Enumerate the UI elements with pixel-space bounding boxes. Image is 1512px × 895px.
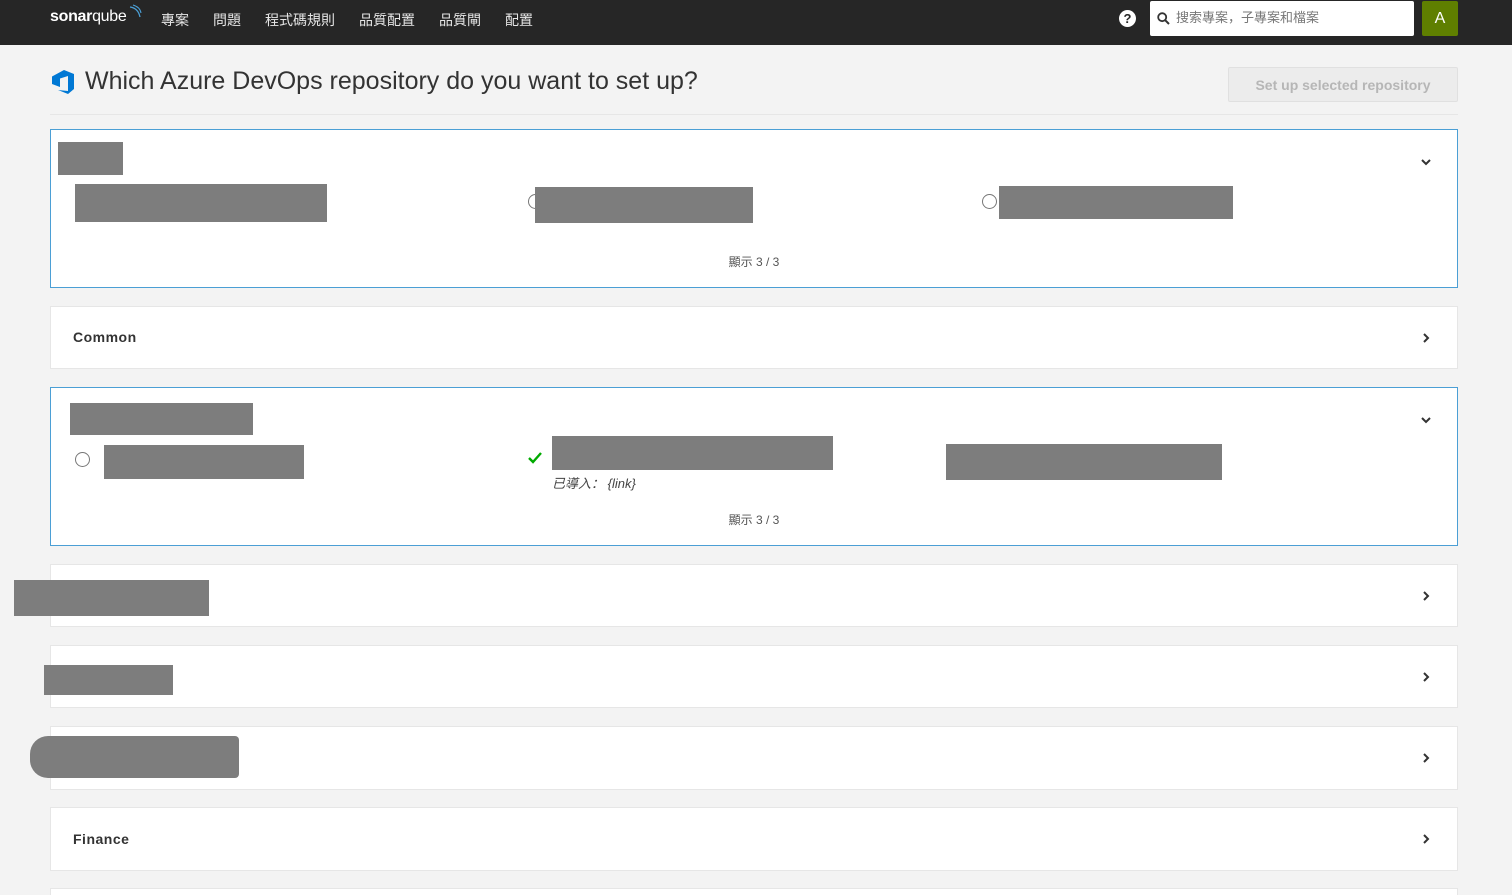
chevron-right-icon[interactable]: [1420, 752, 1432, 764]
check-icon: [528, 452, 542, 464]
repository-group-common[interactable]: Common: [50, 306, 1458, 369]
chevron-down-icon[interactable]: [1420, 156, 1432, 168]
page-title: Which Azure DevOps repository do you wan…: [85, 67, 698, 95]
imported-label: 已導入： {link}: [552, 476, 636, 491]
nav-projects[interactable]: 專案: [161, 10, 189, 30]
group-name: Finance: [73, 831, 130, 847]
question-icon[interactable]: ?: [1119, 10, 1136, 27]
azure-devops-icon: [52, 70, 74, 94]
user-avatar[interactable]: A: [1422, 1, 1458, 36]
chevron-right-icon[interactable]: [1420, 590, 1432, 602]
nav-quality-gates[interactable]: 品質閘: [439, 10, 481, 30]
redacted-group-name: [30, 736, 239, 778]
repository-group-1: 顯示 3 / 3: [50, 129, 1458, 288]
redacted-repository-name: [75, 184, 327, 222]
nav-administration[interactable]: 配置: [505, 10, 533, 30]
chevron-right-icon[interactable]: [1420, 332, 1432, 344]
repository-group-4[interactable]: [50, 564, 1458, 627]
logo-text-bold: sonar: [50, 8, 93, 25]
repository-radio[interactable]: [75, 452, 90, 467]
redacted-repository-name: [946, 444, 1222, 480]
chevron-right-icon[interactable]: [1420, 833, 1432, 845]
redacted-repository-name: [999, 186, 1233, 219]
logo-text-light: qube: [92, 8, 127, 25]
header-divider: [50, 114, 1458, 115]
repository-group-3: 已導入： {link} 顯示 3 / 3: [50, 387, 1458, 546]
main-nav: 專案 問題 程式碼規則 品質配置 品質閘 配置: [161, 10, 557, 30]
setup-selected-repository-button[interactable]: Set up selected repository: [1228, 67, 1458, 102]
sonarqube-logo[interactable]: sonarqube: [50, 4, 142, 26]
repository-group-next[interactable]: [50, 888, 1458, 895]
redacted-group-name: [70, 403, 253, 435]
repository-radio[interactable]: [982, 194, 997, 209]
nav-rules[interactable]: 程式碼規則: [265, 10, 335, 30]
chevron-right-icon[interactable]: [1420, 671, 1432, 683]
chevron-down-icon[interactable]: [1420, 414, 1432, 426]
repository-group-6[interactable]: [50, 726, 1458, 790]
redacted-group-name: [58, 142, 123, 175]
nav-quality-profiles[interactable]: 品質配置: [359, 10, 415, 30]
redacted-group-name: [14, 580, 209, 616]
showing-count: 顯示 3 / 3: [728, 255, 780, 269]
search-box: [1150, 1, 1414, 36]
search-icon: [1157, 12, 1170, 25]
redacted-group-name: [44, 665, 173, 695]
group-name: Common: [73, 329, 137, 345]
nav-issues[interactable]: 問題: [213, 10, 241, 30]
search-input[interactable]: [1176, 1, 1408, 36]
redacted-repository-name: [552, 436, 833, 470]
repository-group-5[interactable]: [50, 645, 1458, 708]
redacted-repository-name: [104, 445, 304, 479]
sonar-waves-icon: [129, 4, 142, 18]
redacted-repository-name: [535, 187, 753, 223]
showing-count: 顯示 3 / 3: [728, 513, 780, 527]
top-navbar: sonarqube 專案 問題 程式碼規則 品質配置 品質閘 配置 ? A: [0, 0, 1512, 45]
repository-group-finance[interactable]: Finance: [50, 807, 1458, 871]
